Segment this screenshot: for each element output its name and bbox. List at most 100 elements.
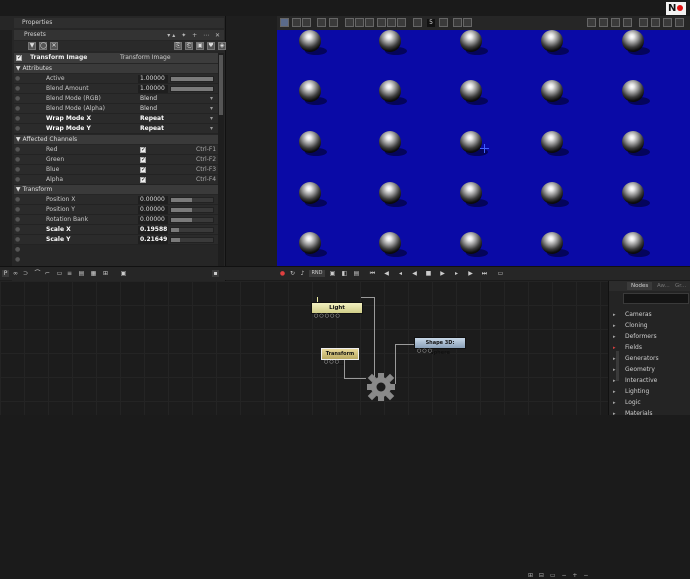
attr-slider[interactable]: [170, 76, 214, 82]
transform-row-scale-x[interactable]: ● ● ●Scale X0.19588: [14, 225, 218, 253]
node-shape-3d-sphere[interactable]: Shape 3D: Sphere ○○○: [414, 337, 466, 356]
stereo-icon[interactable]: [439, 18, 448, 27]
node-ports[interactable]: ○○○: [417, 349, 433, 354]
fullscreen-icon[interactable]: [651, 18, 660, 27]
nodes-item-materials[interactable]: ▸ Materials: [613, 408, 653, 419]
realtime-icon[interactable]: ▣: [329, 270, 336, 277]
go-end-icon[interactable]: ⏭: [481, 270, 488, 277]
node-graph[interactable]: ⊞ ⊟ ▭ − + −: [0, 281, 608, 579]
row-dot-icons[interactable]: ● ● ●: [14, 235, 42, 265]
dropdown-arrow-icon[interactable]: ▾: [210, 104, 213, 114]
transform-slider[interactable]: [170, 217, 214, 223]
prev-frame-icon[interactable]: ◂: [397, 270, 404, 277]
curve-icon[interactable]: ⌒: [34, 270, 41, 277]
viewport[interactable]: [277, 30, 690, 266]
layout-icon[interactable]: ▭: [56, 270, 63, 277]
channel-row-green[interactable]: ● ● ●GreenCtrl-F2: [14, 155, 218, 183]
transform-slider[interactable]: [170, 227, 214, 233]
panel-p-icon[interactable]: P: [2, 270, 9, 277]
align-icon[interactable]: ⊞: [102, 270, 109, 277]
channel-row-blue[interactable]: ● ● ●BlueCtrl-F3: [14, 165, 218, 193]
transform-slider[interactable]: [170, 207, 214, 213]
audio-icon[interactable]: ♪: [299, 270, 306, 277]
transform-value[interactable]: 0.19588: [138, 226, 168, 234]
node-transform-image[interactable]: Transform I... ○○○: [321, 348, 359, 367]
chain-icon[interactable]: ⊃: [22, 270, 29, 277]
properties-scrollbar[interactable]: [218, 53, 224, 279]
camera-icon[interactable]: [413, 18, 422, 27]
snap-icon[interactable]: [355, 18, 364, 27]
filter-icon[interactable]: ▼: [28, 42, 36, 50]
render-gear-icon[interactable]: [366, 372, 396, 402]
zoom-icon[interactable]: [329, 18, 338, 27]
light-icon[interactable]: [365, 18, 374, 27]
channel-checkbox[interactable]: [140, 155, 146, 165]
nodes-search-input[interactable]: [623, 293, 689, 304]
transform-slider[interactable]: [170, 237, 214, 243]
attr-row-blend-mode-alpha[interactable]: ● ● ●Blend Mode (Alpha)Blend▾: [14, 104, 218, 132]
dropdown-arrow-icon[interactable]: ▾: [210, 94, 213, 104]
attr-slider[interactable]: [170, 86, 214, 92]
section-affected-channels[interactable]: ▼ Affected Channels: [14, 135, 218, 144]
channel-checkbox[interactable]: [140, 145, 146, 155]
save-icon[interactable]: ▣: [196, 42, 204, 50]
tab-gr[interactable]: Gr...: [671, 282, 690, 290]
tile-icon[interactable]: [453, 18, 462, 27]
dropdown-arrow-icon[interactable]: ▾: [210, 114, 213, 124]
transform-value[interactable]: 0.00000: [138, 206, 168, 214]
clear-filter-icon[interactable]: ✕: [50, 42, 58, 50]
nodes-item-lighting[interactable]: ▸ Lighting: [613, 386, 649, 397]
attr-row-wrap-mode-y[interactable]: ● ● ●Wrap Mode YRepeat▾: [14, 124, 218, 152]
scrollbar-thumb[interactable]: [219, 55, 223, 115]
grid-icon[interactable]: [345, 18, 354, 27]
node-ports[interactable]: ○○○○○: [314, 314, 341, 319]
show-all-icon[interactable]: ◯: [39, 42, 47, 50]
fps-icon[interactable]: ▭: [497, 270, 504, 277]
transform-row-scale-y[interactable]: ● ● ● Scale Y 0.21649: [14, 235, 218, 263]
attr-row-active[interactable]: ● ● ●Active1.00000: [14, 74, 218, 102]
nodes-item-logic[interactable]: ▸ Logic: [613, 397, 641, 408]
frame-field[interactable]: 5: [427, 19, 435, 27]
frame-icon[interactable]: [292, 18, 301, 27]
extra-icon[interactable]: ▪: [212, 270, 219, 277]
play-icon[interactable]: ▶: [439, 270, 446, 277]
nodes-item-cameras[interactable]: ▸ Cameras: [613, 309, 652, 320]
select-tool-icon[interactable]: [280, 18, 289, 27]
quality-icon[interactable]: ◧: [341, 270, 348, 277]
attr-dropdown[interactable]: Repeat: [138, 115, 216, 123]
record-icon[interactable]: ●: [279, 270, 286, 277]
node-ports[interactable]: ○○○: [324, 360, 340, 365]
shading-icon[interactable]: [377, 18, 386, 27]
transform-gizmo-icon[interactable]: [587, 18, 596, 27]
pan-icon[interactable]: [599, 18, 608, 27]
play-reverse-icon[interactable]: ◀: [411, 270, 418, 277]
dolly-icon[interactable]: [623, 18, 632, 27]
stack-icon[interactable]: ▤: [78, 270, 85, 277]
nodes-item-cloning[interactable]: ▸ Cloning: [613, 320, 648, 331]
attr-dropdown[interactable]: Repeat: [138, 125, 216, 133]
grid-view-icon[interactable]: ▦: [90, 270, 97, 277]
presets-bar[interactable]: Presets ▾▴ ✦ + ⋯ ✕: [14, 30, 224, 40]
orbit-icon[interactable]: [611, 18, 620, 27]
dropdown-arrow-icon[interactable]: ▾: [210, 124, 213, 134]
next-frame-icon[interactable]: ▸: [453, 270, 460, 277]
connect-icon[interactable]: ⌐: [44, 270, 51, 277]
next-key-icon[interactable]: ▶: [467, 270, 474, 277]
attr-value[interactable]: 1.00000: [138, 75, 168, 83]
transform-value[interactable]: 0.00000: [138, 196, 168, 204]
channel-icon[interactable]: [463, 18, 472, 27]
channel-checkbox[interactable]: [140, 165, 146, 175]
viewer-settings-icon[interactable]: [675, 18, 684, 27]
bounds-icon[interactable]: [397, 18, 406, 27]
favorite-icon[interactable]: ♥: [207, 42, 215, 50]
rotate-icon[interactable]: [302, 18, 311, 27]
attr-row-blend-amount[interactable]: ● ● ●Blend Amount1.00000: [14, 84, 218, 112]
channel-row-alpha[interactable]: ● ● ●AlphaCtrl-F4: [14, 175, 218, 203]
graph-tools[interactable]: ⊞ ⊟ ▭ − + −: [528, 572, 590, 579]
node-enable-checkbox[interactable]: [16, 53, 22, 63]
nodes-item-interactive[interactable]: ▸ Interactive: [613, 375, 657, 386]
paste-icon[interactable]: ⎗: [185, 42, 193, 50]
tab-nodes[interactable]: Nodes: [627, 282, 653, 290]
render-button[interactable]: RND: [309, 270, 325, 277]
transform-value[interactable]: 0.21649: [138, 236, 168, 244]
